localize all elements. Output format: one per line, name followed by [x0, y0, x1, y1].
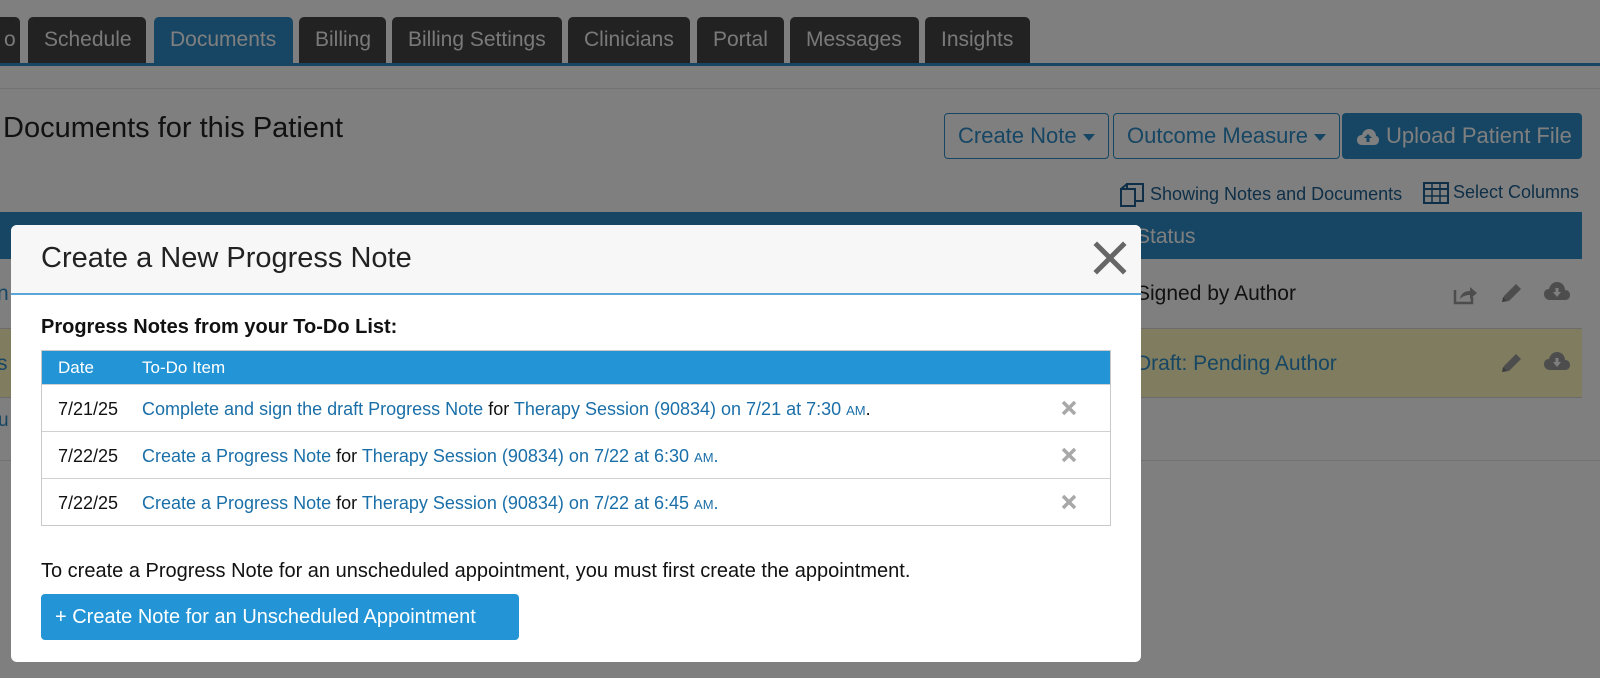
todo-date: 7/22/25 [58, 493, 119, 513]
todo-session-link[interactable]: Therapy Session (90834) on 7/22 at 6:45 … [362, 493, 719, 513]
todo-for-text: for [336, 446, 358, 466]
remove-icon[interactable] [1061, 400, 1077, 416]
todo-date: 7/21/25 [58, 399, 119, 419]
todo-table: Date To-Do Item 7/21/25 Complete and sig… [41, 350, 1111, 526]
close-icon[interactable] [1093, 241, 1127, 275]
todo-for-text: for [336, 493, 358, 513]
todo-period: . [713, 493, 719, 513]
date-column-header: Date [58, 358, 94, 377]
todo-session-text: Therapy Session (90834) on 7/22 at 6:45 [361, 493, 690, 513]
todo-item: Complete and sign the draft Progress Not… [142, 399, 871, 420]
todo-session-text: Therapy Session (90834) on 7/22 at 6:30 [361, 446, 690, 466]
unscheduled-info-text: To create a Progress Note for an unsched… [41, 560, 911, 582]
create-unscheduled-note-button[interactable]: + Create Note for an Unscheduled Appoint… [41, 594, 519, 640]
todo-session-text: Therapy Session (90834) on 7/21 at 7:30 [513, 399, 842, 419]
table-row: 7/22/25 Create a Progress Note for Thera… [42, 431, 1110, 478]
todo-action-link[interactable]: Create a Progress Note [142, 493, 331, 513]
todo-action-link[interactable]: Create a Progress Note [142, 446, 331, 466]
todo-period: . [865, 399, 871, 419]
todo-action-link[interactable]: Complete and sign the draft Progress Not… [142, 399, 483, 419]
todo-period: . [713, 446, 719, 466]
table-row: 7/22/25 Create a Progress Note for Thera… [42, 478, 1110, 525]
modal-header: Create a New Progress Note [11, 225, 1141, 295]
todo-ampm: AM [694, 497, 714, 512]
remove-icon[interactable] [1061, 447, 1077, 463]
todo-date: 7/22/25 [58, 446, 119, 466]
todo-item: Create a Progress Note for Therapy Sessi… [142, 446, 719, 467]
todo-item-column-header: To-Do Item [142, 358, 226, 377]
todo-section-label: Progress Notes from your To-Do List: [41, 316, 398, 338]
remove-icon[interactable] [1061, 494, 1077, 510]
todo-ampm: AM [846, 403, 866, 418]
table-row: 7/21/25 Complete and sign the draft Prog… [42, 384, 1110, 431]
todo-for-text: for [488, 399, 510, 419]
todo-session-link[interactable]: Therapy Session (90834) on 7/21 at 7:30 … [514, 399, 866, 419]
create-progress-note-modal: Create a New Progress Note Progress Note… [11, 225, 1141, 662]
todo-table-header: Date To-Do Item [42, 351, 1110, 384]
todo-ampm: AM [694, 450, 714, 465]
todo-item: Create a Progress Note for Therapy Sessi… [142, 493, 719, 514]
todo-session-link[interactable]: Therapy Session (90834) on 7/22 at 6:30 … [362, 446, 719, 466]
modal-title: Create a New Progress Note [41, 242, 412, 274]
